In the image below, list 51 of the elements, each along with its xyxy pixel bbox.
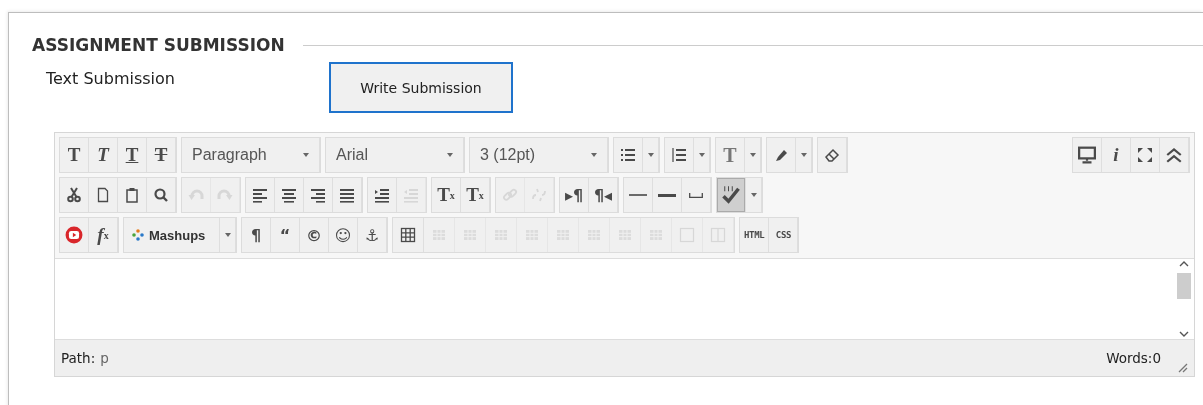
eraser-icon xyxy=(824,147,840,163)
link-icon xyxy=(502,187,518,203)
caret-icon xyxy=(447,153,453,157)
section-title: ASSIGNMENT SUBMISSION xyxy=(32,35,285,55)
horizontal-line-icon xyxy=(629,194,647,196)
caret-icon xyxy=(591,153,597,157)
resize-grip-icon[interactable] xyxy=(1176,361,1188,373)
word-count: Words:0 xyxy=(1106,350,1161,366)
caret-icon xyxy=(224,233,231,237)
caret-icon xyxy=(750,193,757,197)
caret-icon xyxy=(303,153,309,157)
split-square-icon xyxy=(710,227,726,243)
path-label: Path: xyxy=(61,350,96,366)
expand-icon xyxy=(1137,147,1153,163)
caret-icon xyxy=(698,153,705,157)
caret-icon xyxy=(749,153,756,157)
scrollbar[interactable] xyxy=(1174,259,1194,339)
space-icon xyxy=(689,192,703,198)
numbered-list-icon xyxy=(671,147,687,163)
align-left-icon xyxy=(252,187,268,203)
page-icon xyxy=(95,187,111,203)
search-icon xyxy=(153,187,169,203)
clipboard-icon xyxy=(124,187,140,203)
indent-icon xyxy=(374,187,390,203)
undo-icon xyxy=(188,187,204,203)
write-submission-button[interactable]: Write Submission xyxy=(329,62,513,113)
align-right-icon xyxy=(310,187,326,203)
spell-check-icon xyxy=(721,185,741,205)
scroll-down-icon[interactable] xyxy=(1179,331,1189,337)
scissors-icon xyxy=(66,187,82,203)
redo-icon xyxy=(217,187,233,203)
thick-line-icon xyxy=(658,193,676,197)
table-icon xyxy=(400,227,416,243)
monitor-icon xyxy=(1078,146,1096,164)
square-icon xyxy=(679,227,695,243)
justify-icon xyxy=(339,187,355,203)
double-chevron-up-icon xyxy=(1165,146,1183,164)
outdent-icon xyxy=(403,187,419,203)
broken-link-icon xyxy=(531,187,547,203)
play-icon xyxy=(65,226,83,244)
spell-check-button[interactable] xyxy=(717,178,746,212)
scroll-thumb[interactable] xyxy=(1177,273,1191,299)
scroll-up-icon[interactable] xyxy=(1179,261,1189,267)
caret-icon xyxy=(647,153,654,157)
bulleted-list-icon xyxy=(620,147,636,163)
caret-icon xyxy=(800,153,807,157)
path-value: p xyxy=(100,350,109,366)
align-center-icon xyxy=(281,187,297,203)
marker-icon xyxy=(773,147,789,163)
field-label: Text Submission xyxy=(46,68,176,88)
dots-icon xyxy=(132,229,144,241)
